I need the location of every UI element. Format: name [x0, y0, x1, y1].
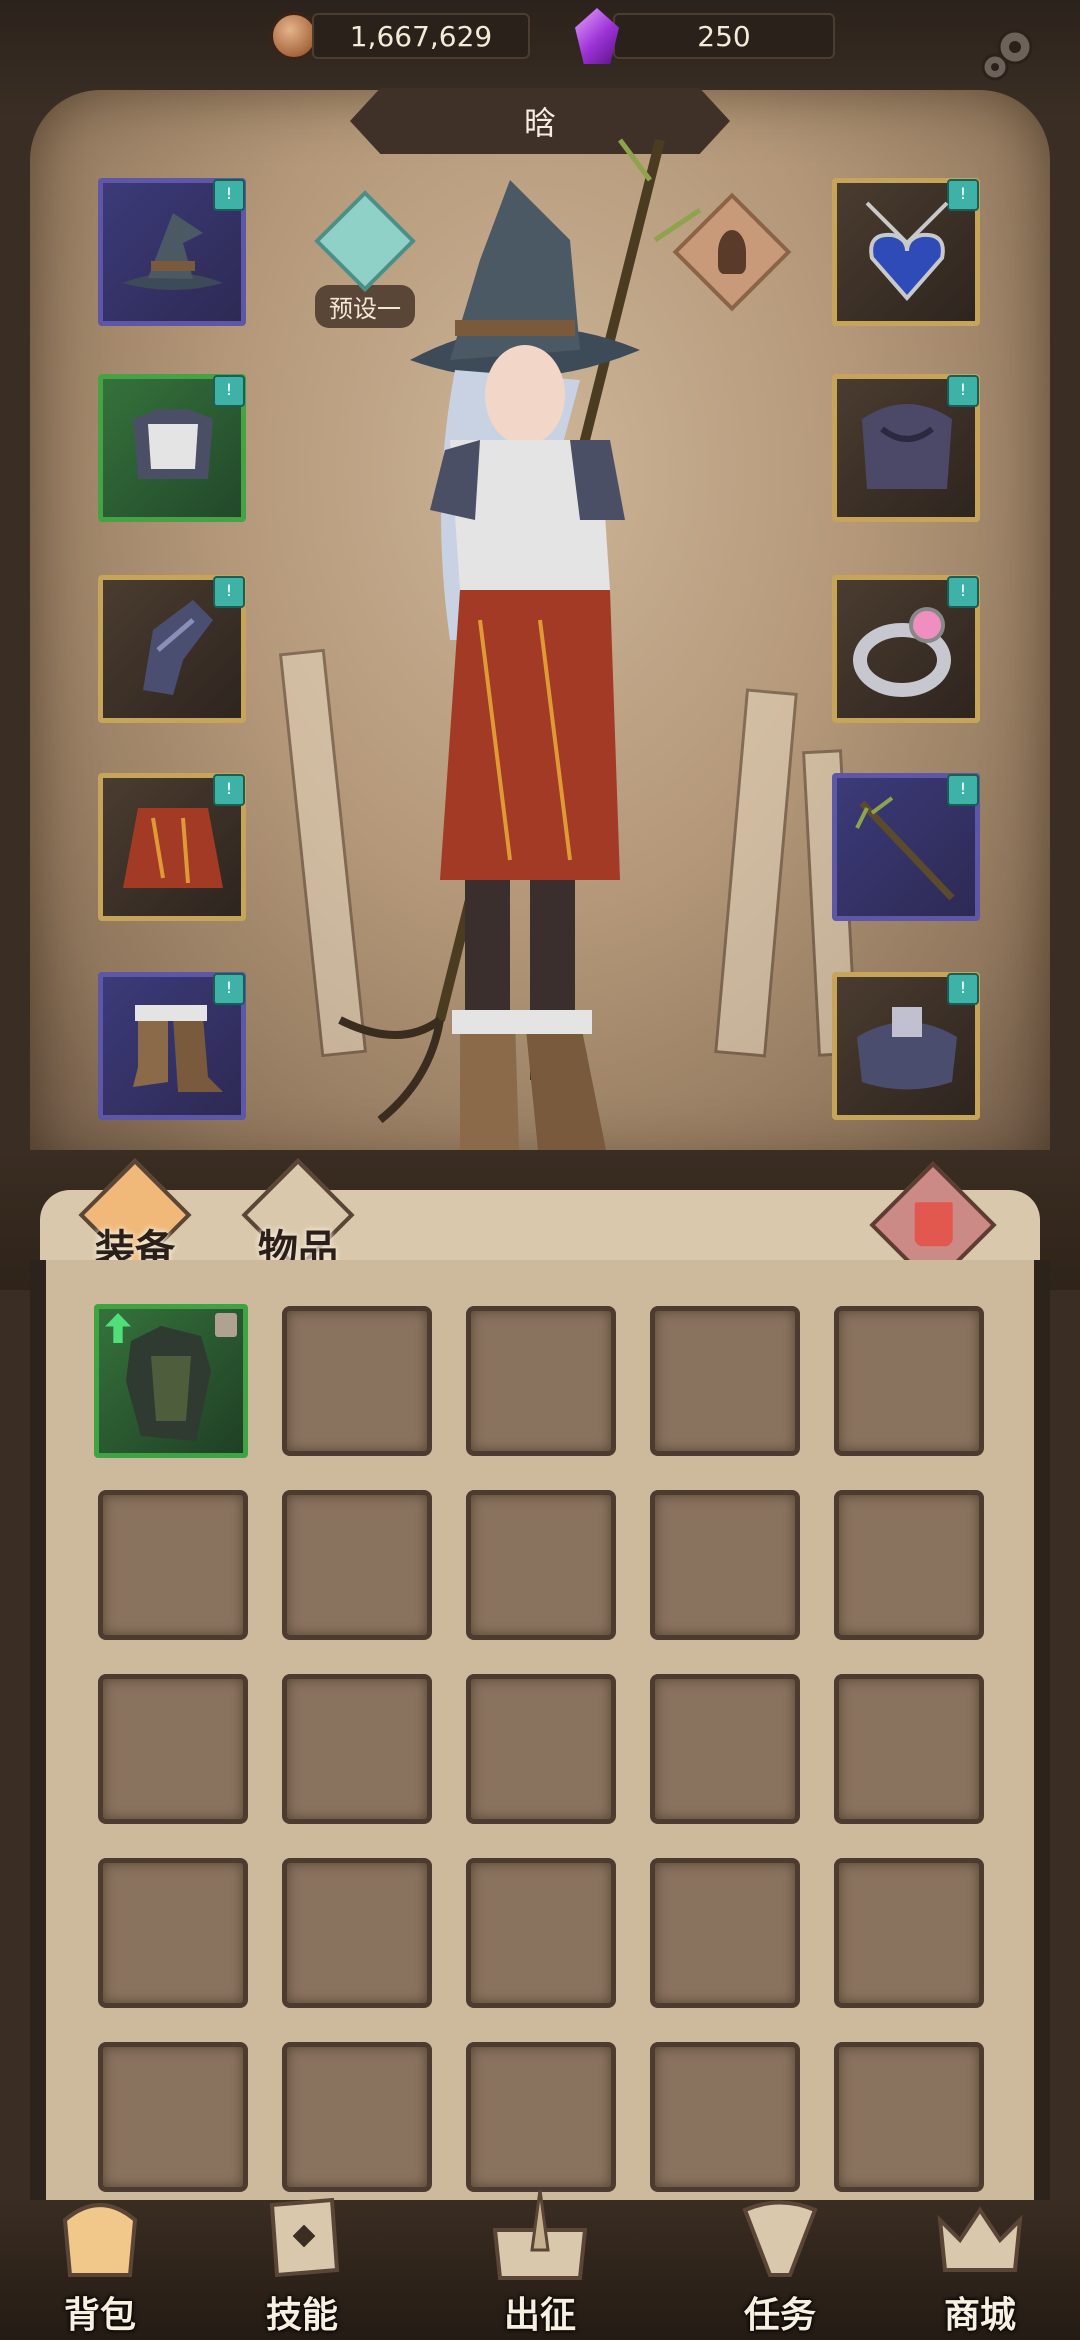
inventory-slot[interactable]	[834, 1490, 984, 1640]
inventory-slot[interactable]	[282, 1306, 432, 1456]
gear-icon	[981, 29, 1033, 81]
inventory-slot[interactable]	[650, 1306, 800, 1456]
inventory-slot[interactable]	[834, 2042, 984, 2192]
equip-slot-hat[interactable]: !	[98, 178, 246, 326]
equip-slot-cloak[interactable]: !	[832, 374, 980, 522]
armor-icon	[133, 409, 213, 479]
inventory-slot[interactable]	[650, 1858, 800, 2008]
skirt-icon	[123, 808, 223, 888]
inventory-screen: 1,667,629 250 晗 预设一 ! ! ! ! ! ! ! ! ! ! …	[0, 0, 1080, 2340]
witch-hat-icon	[123, 213, 223, 290]
lock-icon	[215, 1313, 237, 1337]
inventory-slot[interactable]	[98, 1858, 248, 2008]
inventory-slot[interactable]	[282, 2042, 432, 2192]
nav-backpack-label: 背包	[63, 2295, 136, 2336]
equip-slot-gauntlets[interactable]: !	[98, 575, 246, 723]
equip-slot-skirt[interactable]: !	[98, 773, 246, 921]
gem-counter: 250	[575, 8, 835, 64]
inventory-slot[interactable]	[98, 1674, 248, 1824]
inventory-slot[interactable]	[650, 1490, 800, 1640]
inventory-slot[interactable]	[98, 2042, 248, 2192]
inventory-slot[interactable]	[650, 1674, 800, 1824]
nav-expedition[interactable]: 出征	[450, 2189, 630, 2340]
skill-book-icon	[269, 2197, 340, 2278]
nav-expedition-label: 出征	[503, 2295, 576, 2336]
inventory-slot[interactable]	[466, 2042, 616, 2192]
inventory-slot[interactable]	[650, 2042, 800, 2192]
map-sword-icon	[492, 2189, 588, 2280]
inventory-slot[interactable]	[834, 1674, 984, 1824]
belt-icon	[857, 1007, 957, 1090]
staff-icon	[855, 796, 955, 901]
inventory-slot[interactable]	[834, 1858, 984, 2008]
inventory-slot[interactable]	[466, 1858, 616, 2008]
inventory-slot[interactable]	[282, 1858, 432, 2008]
inventory-slot[interactable]	[98, 1490, 248, 1640]
trash-icon	[914, 1202, 953, 1247]
shop-crown-icon	[937, 2206, 1023, 2272]
cloak-icon	[862, 404, 952, 489]
coin-counter: 1,667,629	[270, 8, 530, 64]
equip-slot-belt[interactable]: !	[832, 972, 980, 1120]
nav-tasks-label: 任务	[743, 2295, 816, 2336]
backpack-icon	[62, 2203, 138, 2277]
nav-tasks[interactable]: 任务	[690, 2190, 870, 2340]
equip-slot-boots[interactable]: !	[98, 972, 246, 1120]
nav-shop-label: 商城	[943, 2295, 1016, 2336]
heart-necklace-icon	[865, 201, 949, 302]
inventory-slot[interactable]	[466, 1306, 616, 1456]
settings-button[interactable]	[974, 20, 1046, 92]
gem-amount: 250	[613, 13, 835, 59]
coin-amount: 1,667,629	[312, 13, 530, 59]
horn-icon	[742, 2200, 818, 2277]
inventory-slot[interactable]	[282, 1674, 432, 1824]
inventory-item-armor[interactable]	[94, 1304, 248, 1458]
equip-slot-staff[interactable]: !	[832, 773, 980, 921]
nav-shop[interactable]: 商城	[890, 2190, 1070, 2340]
inventory-slot[interactable]	[466, 1490, 616, 1640]
nav-skills[interactable]: 技能	[212, 2190, 392, 2340]
ring-icon	[853, 607, 951, 697]
gauntlet-icon	[143, 600, 213, 695]
boots-icon	[133, 1005, 223, 1092]
equip-slot-armor[interactable]: !	[98, 374, 246, 522]
equip-slot-necklace[interactable]: !	[832, 178, 980, 326]
nav-backpack[interactable]: 背包	[10, 2190, 190, 2340]
inventory-slot[interactable]	[834, 1306, 984, 1456]
coin-icon	[270, 12, 318, 60]
inventory-slot[interactable]	[282, 1490, 432, 1640]
equip-slot-ring[interactable]: !	[832, 575, 980, 723]
inventory-slot[interactable]	[466, 1674, 616, 1824]
character-figure	[338, 138, 702, 1180]
nav-skills-label: 技能	[265, 2295, 338, 2336]
